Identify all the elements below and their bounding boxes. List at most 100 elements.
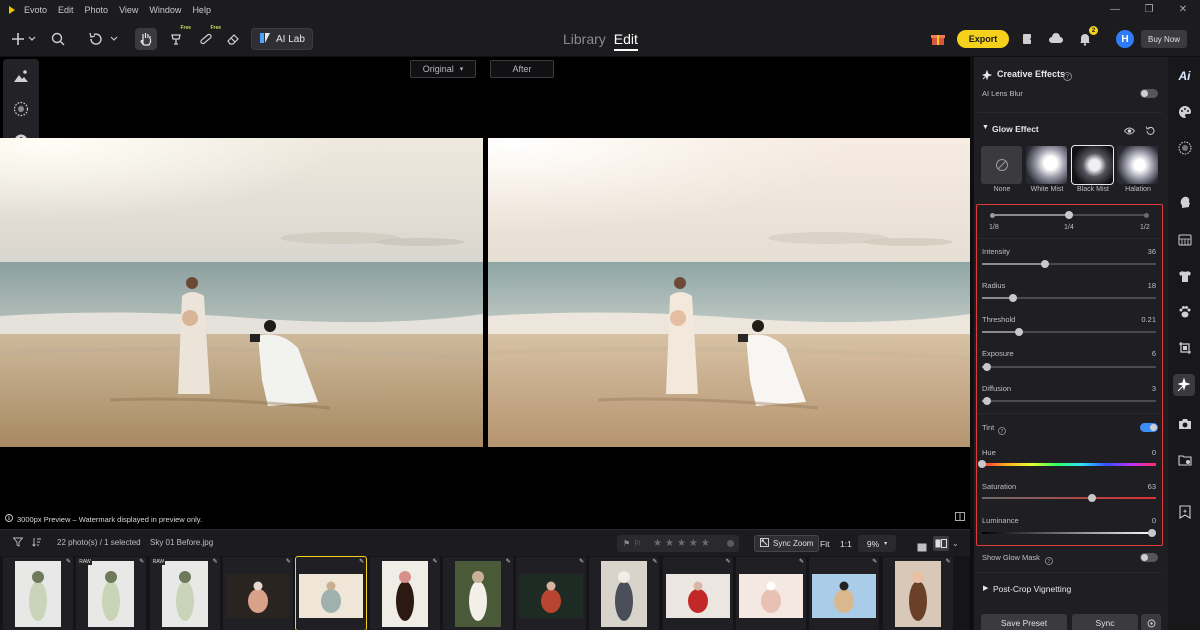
filmstrip-thumbnail[interactable]: ✎: [295, 556, 368, 630]
split-view-icon[interactable]: [955, 512, 965, 524]
show-glow-mask-toggle[interactable]: [1140, 553, 1158, 562]
help-icon[interactable]: ?: [1063, 68, 1072, 86]
stamp-free-icon[interactable]: Free: [165, 25, 191, 50]
saturation-slider[interactable]: [982, 494, 1156, 502]
buy-now-button[interactable]: Buy Now: [1141, 30, 1187, 48]
export-button[interactable]: Export: [957, 30, 1009, 48]
hand-tool-icon[interactable]: [135, 28, 157, 50]
saturation-knob[interactable]: [1087, 494, 1096, 502]
bandage-free-icon[interactable]: Free: [195, 25, 221, 50]
after-photo[interactable]: [488, 138, 970, 447]
filmstrip-thumbnail[interactable]: ✎: [809, 557, 880, 630]
ai-lens-blur-toggle[interactable]: [1140, 89, 1158, 98]
save-preset-button[interactable]: Save Preset: [981, 614, 1067, 630]
fit-button[interactable]: Fit: [820, 539, 829, 549]
ai-lab-button[interactable]: AI Lab: [251, 28, 313, 50]
menu-help[interactable]: Help: [192, 5, 211, 15]
one-to-one-button[interactable]: 1:1: [840, 539, 852, 549]
luminance-slider[interactable]: [982, 529, 1156, 537]
preset-white-mist[interactable]: White Mist: [1026, 146, 1068, 198]
expand-triangle-icon[interactable]: ▶: [983, 584, 988, 592]
undo-history-icon[interactable]: [86, 28, 120, 50]
creative-effects-rail-icon[interactable]: [1173, 374, 1195, 396]
tint-toggle[interactable]: [1140, 423, 1158, 432]
post-crop-vignetting[interactable]: Post-Crop Vignetting: [993, 584, 1071, 594]
strength-knob[interactable]: [1065, 211, 1073, 219]
preset-black-mist[interactable]: Black Mist: [1071, 145, 1114, 198]
filmstrip-thumbnail[interactable]: ✎: [516, 557, 587, 630]
portrait-adjust-icon[interactable]: [11, 66, 31, 86]
star-icon[interactable]: ★: [665, 538, 674, 549]
add-icon[interactable]: [9, 28, 39, 50]
filmstrip-thumbnail[interactable]: ✎: [882, 557, 953, 630]
before-photo[interactable]: [0, 138, 483, 447]
menu-photo[interactable]: Photo: [85, 5, 109, 15]
folder-image-icon[interactable]: [1176, 451, 1193, 468]
restore-icon[interactable]: ❐: [1132, 0, 1166, 20]
zoom-select[interactable]: 9% ▾: [858, 535, 896, 552]
collapse-triangle-icon[interactable]: ▼: [982, 124, 989, 131]
crop-icon[interactable]: [1176, 339, 1193, 356]
palette-icon[interactable]: [1176, 103, 1193, 120]
sync-settings-button[interactable]: [1141, 614, 1161, 630]
bookmark-effect-icon[interactable]: [1176, 503, 1193, 520]
filmstrip-thumbnail[interactable]: ✎: [662, 557, 733, 630]
filmstrip-thumbnail[interactable]: ✎ RAW: [76, 557, 147, 630]
sort-icon[interactable]: [32, 537, 42, 549]
star-icon[interactable]: ★: [689, 538, 698, 549]
strength-track[interactable]: [989, 211, 1149, 219]
filmstrip-thumbnail[interactable]: ✎: [736, 557, 806, 630]
filmstrip-thumbnail[interactable]: ✎: [369, 557, 440, 630]
adjust-grid-icon[interactable]: [1176, 231, 1193, 248]
star-icon[interactable]: ★: [677, 538, 686, 549]
tab-library[interactable]: Library: [563, 31, 606, 51]
menu-edit[interactable]: Edit: [58, 5, 74, 15]
original-dropdown[interactable]: Original ▾: [410, 60, 476, 78]
gift-icon[interactable]: [927, 28, 949, 50]
flag-icon[interactable]: ⚑: [623, 539, 630, 548]
reset-icon[interactable]: [1145, 123, 1155, 141]
mask-help-icon[interactable]: ?: [1045, 552, 1053, 570]
texture-icon[interactable]: [11, 99, 31, 119]
hue-knob[interactable]: [978, 460, 986, 468]
ai-icon[interactable]: Ai: [1176, 67, 1193, 84]
filter-icon[interactable]: [12, 537, 24, 549]
avatar[interactable]: H: [1116, 30, 1134, 48]
threshold-slider[interactable]: [982, 328, 1156, 336]
color-label-dot[interactable]: [727, 540, 734, 547]
tint-help-icon[interactable]: ?: [998, 422, 1006, 440]
filmstrip-thumbnail[interactable]: ✎: [222, 557, 293, 630]
close-icon[interactable]: ✕: [1166, 0, 1200, 20]
preset-none[interactable]: None: [981, 146, 1023, 198]
eraser-icon[interactable]: [222, 28, 244, 50]
compare-view-icon[interactable]: [933, 536, 949, 551]
threshold-knob[interactable]: [1014, 328, 1023, 336]
preset-halation[interactable]: Halation: [1117, 146, 1159, 198]
chevron-down-icon[interactable]: ⌄: [952, 539, 959, 548]
star-rating[interactable]: ★ ★ ★ ★ ★: [653, 538, 710, 549]
exposure-slider[interactable]: [982, 363, 1156, 371]
minimize-icon[interactable]: —: [1098, 0, 1132, 20]
star-icon[interactable]: ★: [653, 538, 662, 549]
luminance-knob[interactable]: [1148, 529, 1156, 537]
filmstrip-thumbnail[interactable]: ✎: [589, 557, 660, 630]
tshirt-icon[interactable]: [1176, 267, 1193, 284]
star-icon[interactable]: ★: [701, 538, 710, 549]
menu-window[interactable]: Window: [149, 5, 181, 15]
intensity-knob[interactable]: [1040, 260, 1049, 268]
grain-icon[interactable]: [1176, 139, 1193, 156]
single-view-icon[interactable]: [917, 539, 927, 557]
cloud-icon[interactable]: [1045, 28, 1067, 50]
eye-icon[interactable]: [1123, 123, 1136, 141]
share-icon[interactable]: [1017, 28, 1039, 50]
paw-icon[interactable]: [1176, 303, 1193, 320]
diffusion-slider[interactable]: [982, 397, 1156, 405]
sync-button[interactable]: Sync: [1072, 614, 1138, 630]
filmstrip-thumbnail[interactable]: ✎: [3, 557, 73, 630]
tab-edit[interactable]: Edit: [613, 31, 638, 51]
filmstrip-thumbnail[interactable]: ✎: [442, 557, 513, 630]
camera-icon[interactable]: [1176, 415, 1193, 432]
sync-zoom-button[interactable]: Sync Zoom: [754, 535, 820, 552]
radius-slider[interactable]: [982, 294, 1156, 302]
flag-reject-icon[interactable]: ⚐: [634, 539, 641, 548]
